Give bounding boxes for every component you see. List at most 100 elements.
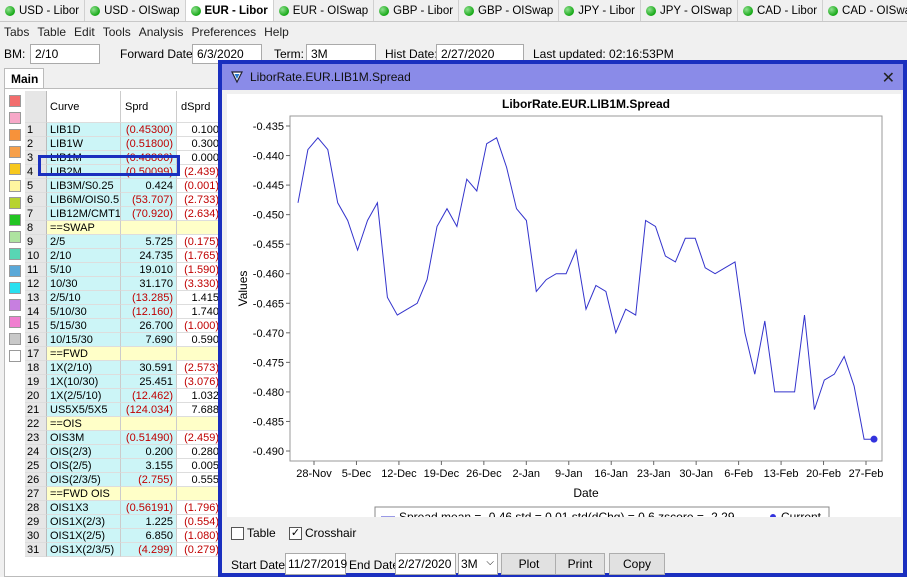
close-icon[interactable]: ✕ (882, 68, 895, 88)
table-row[interactable]: 8 ==SWAP (25, 221, 221, 235)
curve-cell: LIB1W (47, 137, 121, 151)
curve-cell: LIB1D (47, 123, 121, 137)
table-row[interactable]: 24 OIS(2/3) 0.200 0.280 (25, 445, 221, 459)
hist-date-label: Hist Date: (385, 47, 438, 61)
table-checkbox[interactable] (231, 527, 244, 541)
color-swatch[interactable] (9, 197, 21, 209)
table-row[interactable]: 2 LIB1W (0.51800) 0.300 (25, 137, 221, 151)
menu-edit[interactable]: Edit (70, 25, 99, 39)
plot-button[interactable]: Plot (501, 553, 557, 575)
color-swatch[interactable] (9, 112, 21, 124)
color-swatch[interactable] (9, 248, 21, 260)
dsprd-column-header[interactable]: dSprd (177, 91, 221, 123)
menu-help[interactable]: Help (260, 25, 293, 39)
tab-gbp-oiswap[interactable]: GBP - OISwap (459, 0, 560, 21)
color-swatch[interactable] (9, 316, 21, 328)
table-row[interactable]: 4 LIB2M (0.50099) (2.439) (25, 165, 221, 179)
dsprd-cell: (3.076) (177, 375, 221, 389)
sprd-cell: (4.299) (121, 543, 177, 557)
table-row[interactable]: 9 2/5 5.725 (0.175) (25, 235, 221, 249)
menu-analysis[interactable]: Analysis (135, 25, 188, 39)
color-swatch[interactable] (9, 214, 21, 226)
color-swatch[interactable] (9, 350, 21, 362)
color-swatch[interactable] (9, 282, 21, 294)
sprd-cell: (12.462) (121, 389, 177, 403)
tab-usd-oiswap[interactable]: USD - OISwap (85, 0, 186, 21)
start-date-input[interactable]: 11/27/2019 (285, 553, 347, 575)
table-row[interactable]: 25 OIS(2/5) 3.155 0.005 (25, 459, 221, 473)
print-button[interactable]: Print (555, 553, 605, 575)
table-row[interactable]: 19 1X(10/30) 25.451 (3.076) (25, 375, 221, 389)
status-dot-icon (828, 5, 839, 16)
dsprd-cell: (1.080) (177, 529, 221, 543)
table-row[interactable]: 27 ==FWD OIS (25, 487, 221, 501)
table-row[interactable]: 12 10/30 31.170 (3.330) (25, 277, 221, 291)
tab-main[interactable]: Main (4, 68, 44, 88)
sprd-cell (121, 221, 177, 235)
sprd-column-header[interactable]: Sprd (121, 91, 177, 123)
color-swatch[interactable] (9, 163, 21, 175)
tab-cad-oiswap[interactable]: CAD - OISwap (823, 0, 907, 21)
table-row[interactable]: 6 LIB6M/OIS0.5 (53.707) (2.733) (25, 193, 221, 207)
crosshair-checkbox-wrap[interactable]: ✓ Crosshair (289, 526, 356, 541)
menu-tools[interactable]: Tools (99, 25, 135, 39)
y-tick-label: -0.435 (253, 121, 284, 133)
table-row[interactable]: 17 ==FWD (25, 347, 221, 361)
table-checkbox-label: Table (247, 526, 276, 540)
table-row[interactable]: 7 LIB12M/CMT1 (70.920) (2.634) (25, 207, 221, 221)
copy-button[interactable]: Copy (609, 553, 665, 575)
tab-jpy-oiswap[interactable]: JPY - OISwap (640, 0, 738, 21)
color-swatch[interactable] (9, 95, 21, 107)
color-swatch[interactable] (9, 299, 21, 311)
tab-jpy-libor[interactable]: JPY - Libor (559, 0, 641, 21)
table-row[interactable]: 30 OIS1X(2/5) 6.850 (1.080) (25, 529, 221, 543)
sprd-cell: 5.725 (121, 235, 177, 249)
color-swatch[interactable] (9, 146, 21, 158)
menu-tabs[interactable]: Tabs (0, 25, 33, 39)
color-swatch[interactable] (9, 129, 21, 141)
table-row[interactable]: 10 2/10 24.735 (1.765) (25, 249, 221, 263)
table-row[interactable]: 23 OIS3M (0.51490) (2.459) (25, 431, 221, 445)
curve-cell: 5/10 (47, 263, 121, 277)
table-row[interactable]: 14 5/10/30 (12.160) 1.740 (25, 305, 221, 319)
sprd-cell: 19.010 (121, 263, 177, 277)
tab-eur-oiswap[interactable]: EUR - OISwap (273, 0, 375, 21)
table-row[interactable]: 22 ==OIS (25, 417, 221, 431)
table-row[interactable]: 1 LIB1D (0.45300) 0.100 (25, 123, 221, 137)
menu-table[interactable]: Table (33, 25, 70, 39)
dsprd-cell: 0.300 (177, 137, 221, 151)
table-row[interactable]: 21 US5X5/5X5 (124.034) 7.688 (25, 403, 221, 417)
color-swatch[interactable] (9, 265, 21, 277)
tab-usd-libor[interactable]: USD - Libor (0, 0, 86, 21)
tab-gbp-libor[interactable]: GBP - Libor (374, 0, 460, 21)
color-swatch[interactable] (9, 180, 21, 192)
table-row[interactable]: 26 OIS(2/3/5) (2.755) 0.555 (25, 473, 221, 487)
row-number: 12 (25, 277, 47, 291)
tab-eur-libor[interactable]: EUR - Libor (185, 0, 274, 21)
crosshair-checkbox[interactable]: ✓ (289, 527, 302, 541)
curve-column-header[interactable]: Curve (47, 91, 121, 123)
x-tick-label: 23-Jan (637, 468, 671, 480)
table-row[interactable]: 18 1X(2/10) 30.591 (2.573) (25, 361, 221, 375)
window-titlebar[interactable]: LiborRate.EUR.LIB1M.Spread ✕ (222, 64, 903, 90)
table-row[interactable]: 5 LIB3M/S0.25 0.424 (0.001) (25, 179, 221, 193)
tab-cad-libor[interactable]: CAD - Libor (737, 0, 824, 21)
table-row[interactable]: 28 OIS1X3 (0.56191) (1.796) (25, 501, 221, 515)
table-row[interactable]: 20 1X(2/5/10) (12.462) 1.032 (25, 389, 221, 403)
table-row[interactable]: 29 OIS1X(2/3) 1.225 (0.554) (25, 515, 221, 529)
table-checkbox-wrap[interactable]: Table (231, 526, 276, 541)
period-select[interactable]: 3M ⌵ (458, 553, 498, 575)
table-row[interactable]: 13 2/5/10 (13.285) 1.415 (25, 291, 221, 305)
bm-input[interactable]: 2/10 (30, 44, 100, 64)
table-row[interactable]: 11 5/10 19.010 (1.590) (25, 263, 221, 277)
table-row[interactable]: 31 OIS1X(2/3/5) (4.299) (0.279) (25, 543, 221, 557)
color-swatch[interactable] (9, 333, 21, 345)
color-swatch[interactable] (9, 231, 21, 243)
table-row[interactable]: 16 10/15/30 7.690 0.590 (25, 333, 221, 347)
dsprd-cell: 7.688 (177, 403, 221, 417)
menu-preferences[interactable]: Preferences (187, 25, 260, 39)
table-row[interactable]: 3 LIB1M (0.48800) 0.000 (25, 151, 221, 165)
end-date-input[interactable]: 2/27/2020 (395, 553, 456, 575)
table-row[interactable]: 15 5/15/30 26.700 (1.000) (25, 319, 221, 333)
sprd-cell: (0.56191) (121, 501, 177, 515)
